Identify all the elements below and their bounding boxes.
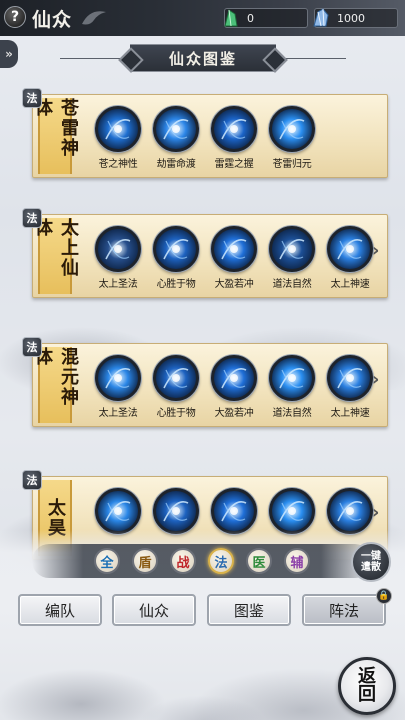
- divider: [60, 58, 126, 59]
- meditation-icon: [95, 226, 141, 272]
- section-header: 仙众图鉴: [130, 44, 276, 72]
- filter-chip[interactable]: 法: [208, 548, 234, 574]
- cloud-swirl-icon: [82, 11, 106, 25]
- filter-chip[interactable]: 盾: [132, 548, 158, 574]
- one-key-dismiss-label: 一键 遣散: [361, 551, 381, 573]
- skill-label: 心胜于物: [156, 279, 196, 290]
- skill-label: 道法自然: [272, 408, 312, 419]
- skill-item[interactable]: 太上神速: [324, 226, 376, 290]
- star-burst-icon: [153, 226, 199, 272]
- star-burst-icon: [95, 355, 141, 401]
- lightning-icon: [153, 488, 199, 534]
- skill-label: 道法自然: [272, 279, 312, 290]
- skill-item[interactable]: 太上圣法: [92, 355, 144, 419]
- yin-yang-icon: [269, 226, 315, 272]
- divider: [280, 58, 346, 59]
- card-name: 苍雷神体: [32, 98, 79, 158]
- chevron-right-icon[interactable]: ›: [372, 369, 384, 391]
- skill-item[interactable]: 道法自然: [266, 226, 318, 290]
- nav-team-button[interactable]: 编队: [18, 594, 102, 626]
- top-bar: ? 仙众 0 1000: [0, 0, 405, 36]
- nav-codex-button[interactable]: 图鉴: [207, 594, 291, 626]
- one-key-dismiss-button[interactable]: 一键 遣散: [351, 542, 391, 582]
- card-name-strip: 混元神体: [32, 347, 79, 423]
- chevron-right-icon[interactable]: ›: [372, 502, 384, 524]
- skill-item[interactable]: 道法自然: [266, 355, 318, 419]
- class-tag: 法: [22, 88, 42, 108]
- skill-item[interactable]: 苍雷归元: [266, 106, 318, 170]
- expand-side-panel-button[interactable]: »: [0, 40, 18, 68]
- skill-label: 太上神速: [330, 408, 370, 419]
- green-crystal-icon: [224, 9, 238, 27]
- filter-chip[interactable]: 辅: [284, 548, 310, 574]
- skill-label: 大盈若冲: [214, 279, 254, 290]
- dash-icon: [327, 355, 373, 401]
- card-name-strip: 苍雷神体: [32, 98, 79, 174]
- blue-crystal-icon: [313, 8, 329, 27]
- skill-label: 大盈若冲: [214, 408, 254, 419]
- wave-icon: [211, 226, 257, 272]
- currency-jade[interactable]: 0: [224, 8, 308, 28]
- dash-icon: [327, 488, 373, 534]
- skill-item[interactable]: 太上神速: [324, 355, 376, 419]
- skill-item[interactable]: 劫雷命渡: [150, 106, 202, 170]
- vortex-icon: [269, 106, 315, 152]
- dash-icon: [327, 226, 373, 272]
- class-tag: 法: [22, 208, 42, 228]
- orb-icon: [211, 355, 257, 401]
- orb-icon: [211, 488, 257, 534]
- skill-label: 太上圣法: [98, 408, 138, 419]
- skill-item[interactable]: 大盈若冲: [208, 226, 260, 290]
- vortex-icon: [269, 488, 315, 534]
- lock-icon: 🔒: [376, 588, 392, 604]
- class-tag: 法: [22, 470, 42, 490]
- nav-formation-button[interactable]: 阵法: [302, 594, 386, 626]
- class-tag: 法: [22, 337, 42, 357]
- page-title: 仙众: [32, 9, 73, 31]
- card-name: 太上仙体: [32, 218, 79, 278]
- skill-item[interactable]: 心胜于物: [150, 355, 202, 419]
- filter-chip[interactable]: 医: [246, 548, 272, 574]
- star-burst-icon: [95, 488, 141, 534]
- filter-chip[interactable]: 全: [94, 548, 120, 574]
- skill-item[interactable]: 雷霆之握: [208, 106, 260, 170]
- filter-bar: [32, 544, 372, 578]
- lightning-icon: [153, 355, 199, 401]
- vortex-icon: [269, 355, 315, 401]
- lightning-icon: [153, 106, 199, 152]
- currency-crystal-value: 1000: [337, 11, 365, 25]
- currency-jade-value: 0: [247, 11, 254, 25]
- filter-chip[interactable]: 战: [170, 548, 196, 574]
- collection-card: 苍雷神体法苍之神性 劫雷命渡 雷霆之握 苍雷归元: [22, 88, 388, 178]
- back-button[interactable]: 返 回: [338, 657, 396, 715]
- skill-label: 太上神速: [330, 279, 370, 290]
- skill-item[interactable]: 大盈若冲: [208, 355, 260, 419]
- back-label: 返 回: [358, 666, 376, 705]
- skill-item[interactable]: 心胜于物: [150, 226, 202, 290]
- help-button[interactable]: ?: [4, 6, 26, 28]
- section-title: 仙众图鉴: [168, 49, 237, 68]
- skill-item[interactable]: 太上圣法: [92, 226, 144, 290]
- skill-label: 心胜于物: [156, 408, 196, 419]
- thunder-grip-icon: [211, 106, 257, 152]
- skill-label: 雷霆之握: [214, 159, 254, 170]
- skill-label: 劫雷命渡: [156, 159, 196, 170]
- spirit-figure-icon: [95, 106, 141, 152]
- card-name: 混元神体: [32, 347, 79, 407]
- card-name-strip: 太上仙体: [32, 218, 79, 294]
- skill-label: 苍雷归元: [272, 159, 312, 170]
- skill-item[interactable]: 苍之神性: [92, 106, 144, 170]
- collection-card: 混元神体法太上圣法 心胜于物 大盈若冲 道法自然 太上神速 ›: [22, 337, 388, 427]
- nav-immortals-button[interactable]: 仙众: [112, 594, 196, 626]
- skill-label: 苍之神性: [98, 159, 138, 170]
- chevron-right-icon[interactable]: ›: [372, 240, 384, 262]
- skill-label: 太上圣法: [98, 279, 138, 290]
- collection-card: 太上仙体法太上圣法 心胜于物 大盈若冲 道法自然 太上神速 ›: [22, 208, 388, 298]
- currency-crystal[interactable]: 1000: [313, 8, 398, 28]
